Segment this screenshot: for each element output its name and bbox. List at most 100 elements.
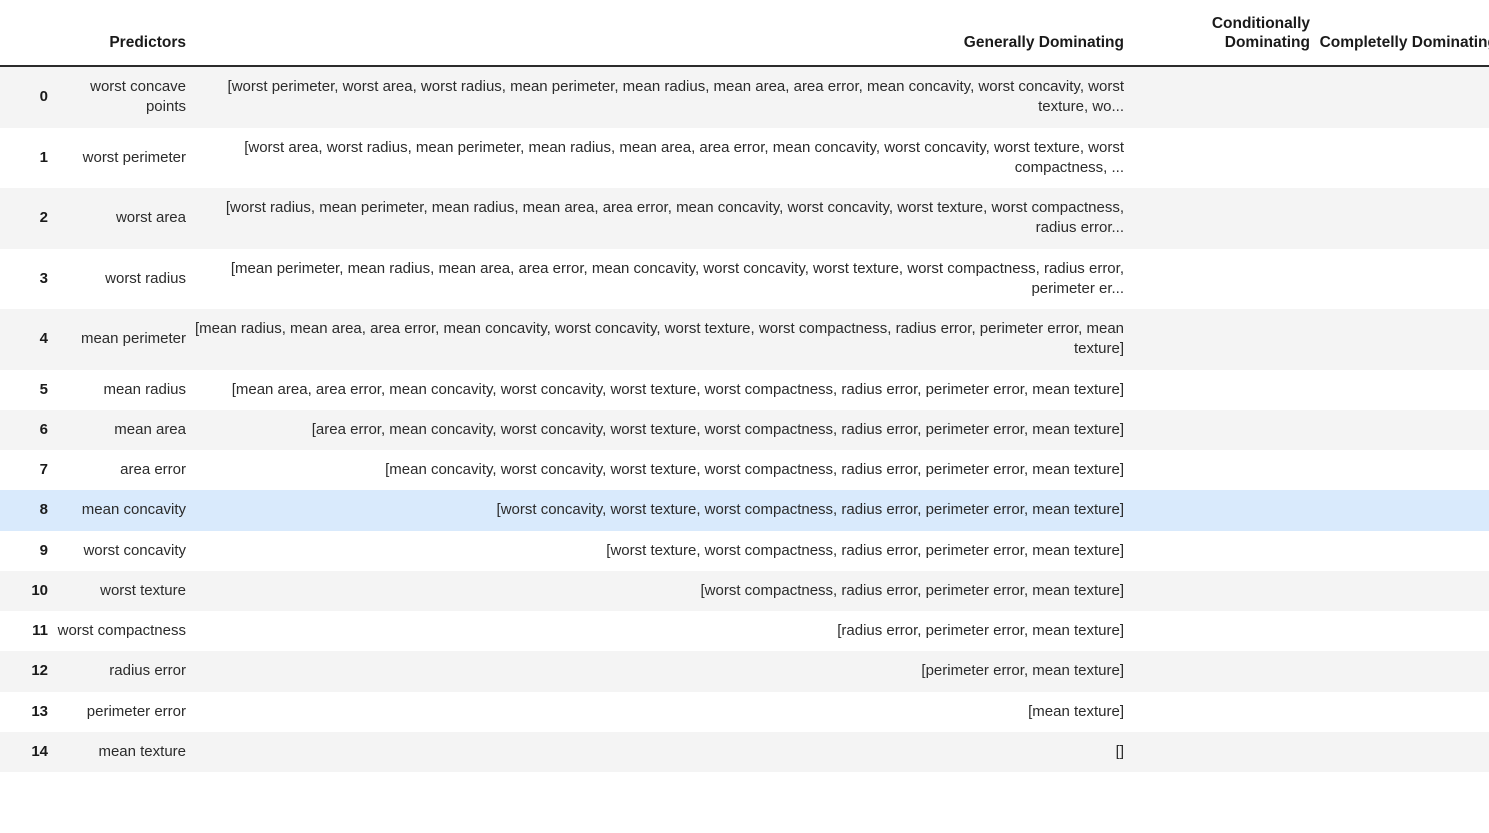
table-row[interactable]: 8 mean concavity [worst concavity, worst t… <box>0 490 1489 531</box>
row-completelly-dominating-cell <box>1316 450 1489 490</box>
row-generally-dominating-cell: [mean concavity, worst concavity, worst … <box>385 461 1124 478</box>
row-index-cell: 8 <box>39 501 48 519</box>
row-predictor-cell: mean area <box>114 420 186 438</box>
table-row[interactable]: 10 worst texture [worst compactness, radiu… <box>0 570 1489 611</box>
row-conditionally-dominating-cell <box>1130 450 1316 490</box>
row-conditionally-dominating-cell <box>1130 128 1316 189</box>
row-conditionally-dominating-cell <box>1130 490 1316 530</box>
table-row[interactable]: 5 mean radius [mean area, area error, mean… <box>0 369 1489 410</box>
row-conditionally-dominating-cell <box>1130 571 1316 611</box>
row-index-cell: 0 <box>39 88 48 106</box>
row-generally-dominating-cell: [worst texture, worst compactness, radiu… <box>606 541 1124 559</box>
dominance-analysis-table: Predictors Generally Dominating Conditio… <box>0 0 1489 772</box>
row-index-cell: 12 <box>31 662 48 680</box>
row-generally-dominating-cell: [worst concavity, worst texture, worst c… <box>496 501 1124 519</box>
row-generally-dominating-cell: [worst area, worst radius, mean perimete… <box>244 138 1124 176</box>
row-index-cell: 3 <box>39 269 48 287</box>
row-generally-dominating-cell: [mean radius, mean area, area error, mea… <box>195 320 1124 358</box>
table-header: Predictors Generally Dominating Conditio… <box>0 0 1489 67</box>
row-predictor-cell: worst concave points <box>90 78 186 116</box>
row-index-cell: 6 <box>39 420 48 438</box>
table-row[interactable]: 14 mean texture [] <box>0 731 1489 772</box>
column-header-completelly-dominating: Completelly Dominating <box>1316 0 1489 67</box>
row-generally-dominating-cell: [area error, mean concavity, worst conca… <box>311 420 1124 438</box>
row-generally-dominating-cell: [radius error, perimeter error, mean tex… <box>837 622 1124 639</box>
table-body: 0 worst concave points [worst perimeter, w… <box>0 66 1489 772</box>
table-row[interactable]: 0 worst concave points [worst perimeter, w… <box>0 66 1489 128</box>
column-header-generally-dominating: Generally Dominating <box>186 0 1130 67</box>
row-conditionally-dominating-cell <box>1130 651 1316 691</box>
row-index-cell: 13 <box>31 702 48 720</box>
row-generally-dominating-cell: [mean area, area error, mean concavity, … <box>231 380 1124 398</box>
table-row[interactable]: 12 radius error [perimeter error, mean tex… <box>0 651 1489 692</box>
row-conditionally-dominating-cell <box>1130 611 1316 651</box>
row-completelly-dominating-cell <box>1316 732 1489 772</box>
table-row[interactable]: 13 perimeter error [mean texture] <box>0 691 1489 732</box>
row-conditionally-dominating-cell <box>1130 692 1316 732</box>
row-predictor-cell: worst compactness <box>57 622 186 639</box>
row-predictor-cell: worst texture <box>100 581 186 599</box>
row-conditionally-dominating-cell <box>1130 309 1316 370</box>
table-row[interactable]: 6 mean area [area error, mean concavity, w… <box>0 409 1489 450</box>
row-completelly-dominating-cell <box>1316 531 1489 571</box>
row-predictor-cell: worst perimeter <box>82 148 186 166</box>
row-conditionally-dominating-cell <box>1130 531 1316 571</box>
row-generally-dominating-cell: [perimeter error, mean texture] <box>921 662 1124 680</box>
table-row[interactable]: 7 area error [mean concavity, worst concav… <box>0 450 1489 491</box>
row-conditionally-dominating-cell <box>1130 732 1316 772</box>
table-row[interactable]: 9 worst concavity [worst texture, worst co… <box>0 530 1489 571</box>
row-index-cell: 7 <box>39 461 48 478</box>
row-completelly-dominating-cell <box>1316 571 1489 611</box>
table-row[interactable]: 4 mean perimeter [mean radius, mean area, … <box>0 309 1489 370</box>
row-completelly-dominating-cell <box>1316 249 1489 310</box>
row-index-cell: 5 <box>39 380 48 398</box>
row-predictor-cell: radius error <box>109 662 186 680</box>
row-completelly-dominating-cell <box>1316 128 1489 189</box>
row-conditionally-dominating-cell <box>1130 370 1316 410</box>
table-row[interactable]: 3 worst radius [mean perimeter, mean radiu… <box>0 248 1489 310</box>
row-generally-dominating-cell: [worst compactness, radius error, perime… <box>700 581 1125 599</box>
table-header-row: Predictors Generally Dominating Conditio… <box>0 0 1489 67</box>
row-conditionally-dominating-cell <box>1130 66 1316 128</box>
row-index-cell: 11 <box>32 622 48 639</box>
row-index-cell: 9 <box>39 541 48 559</box>
table-row[interactable]: 11 worst compactness [radius error, perime… <box>0 611 1489 652</box>
row-predictor-cell: worst concavity <box>83 541 186 559</box>
row-generally-dominating-cell: [worst radius, mean perimeter, mean radi… <box>225 199 1124 237</box>
table-row[interactable]: 2 worst area [worst radius, mean perimeter… <box>0 188 1489 249</box>
row-index-cell: 4 <box>39 330 48 348</box>
table-row[interactable]: 1 worst perimeter [worst area, worst radiu… <box>0 127 1489 189</box>
row-generally-dominating-cell: [mean texture] <box>1028 702 1124 720</box>
row-conditionally-dominating-cell <box>1130 249 1316 310</box>
row-predictor-cell: mean radius <box>103 380 186 398</box>
row-conditionally-dominating-cell <box>1130 410 1316 450</box>
row-completelly-dominating-cell <box>1316 611 1489 651</box>
row-completelly-dominating-cell <box>1316 490 1489 530</box>
row-index-cell: 14 <box>31 742 48 760</box>
row-predictor-cell: mean perimeter <box>80 330 186 348</box>
row-generally-dominating-cell: [] <box>1115 742 1124 760</box>
row-index-cell: 10 <box>31 581 48 599</box>
row-index-cell: 1 <box>39 148 48 166</box>
row-completelly-dominating-cell <box>1316 651 1489 691</box>
row-generally-dominating-cell: [mean perimeter, mean radius, mean area,… <box>230 259 1124 297</box>
column-header-index <box>0 0 48 67</box>
row-predictor-cell: worst radius <box>105 269 186 287</box>
row-generally-dominating-cell: [worst perimeter, worst area, worst radi… <box>227 78 1124 116</box>
row-predictor-cell: mean texture <box>98 742 186 760</box>
row-completelly-dominating-cell <box>1316 692 1489 732</box>
row-predictor-cell: mean concavity <box>81 501 186 519</box>
row-completelly-dominating-cell <box>1316 188 1489 249</box>
row-predictor-cell: worst area <box>115 209 186 227</box>
column-header-conditionally-dominating: Conditionally Dominating <box>1130 0 1316 67</box>
row-completelly-dominating-cell <box>1316 370 1489 410</box>
row-completelly-dominating-cell <box>1316 66 1489 128</box>
row-completelly-dominating-cell <box>1316 309 1489 370</box>
row-conditionally-dominating-cell <box>1130 188 1316 249</box>
row-index-cell: 2 <box>39 209 48 227</box>
row-completelly-dominating-cell <box>1316 410 1489 450</box>
row-predictor-cell: area error <box>120 461 186 478</box>
row-predictor-cell: perimeter error <box>86 702 186 720</box>
dominance-table-container: Predictors Generally Dominating Conditio… <box>0 0 1489 772</box>
column-header-predictors: Predictors <box>48 0 186 67</box>
